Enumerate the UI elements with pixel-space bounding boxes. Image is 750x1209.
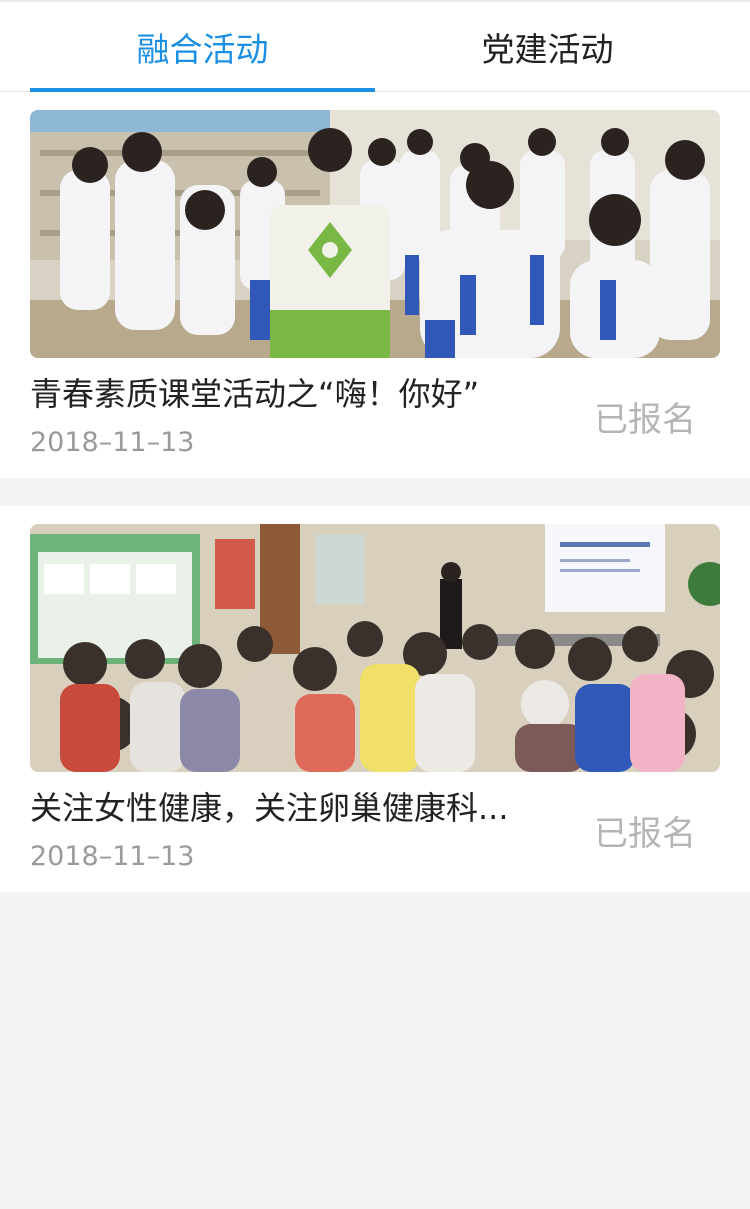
- health-lecture-image: [30, 524, 720, 772]
- activity-date: 2018–11–13: [30, 841, 195, 872]
- activity-title[interactable]: 青春素质课堂活动之“嗨！你好”: [30, 372, 570, 416]
- activity-date: 2018–11–13: [30, 427, 195, 458]
- activity-card[interactable]: 青春素质课堂活动之“嗨！你好” 2018–11–13 已报名: [0, 92, 750, 478]
- activity-photo: [30, 524, 720, 772]
- activity-title[interactable]: 关注女性健康，关注卵巢健康科...: [30, 786, 570, 830]
- activity-card[interactable]: 关注女性健康，关注卵巢健康科... 2018–11–13 已报名: [0, 506, 750, 892]
- tab-fusion-activities[interactable]: 融合活动: [30, 2, 375, 92]
- activity-photo: [30, 110, 720, 358]
- tab-bar: 融合活动 党建活动: [0, 0, 750, 92]
- registration-status: 已报名: [594, 400, 696, 440]
- tab-party-building-activities[interactable]: 党建活动: [375, 2, 720, 92]
- students-activity-image: [30, 110, 720, 358]
- registration-status: 已报名: [594, 814, 696, 854]
